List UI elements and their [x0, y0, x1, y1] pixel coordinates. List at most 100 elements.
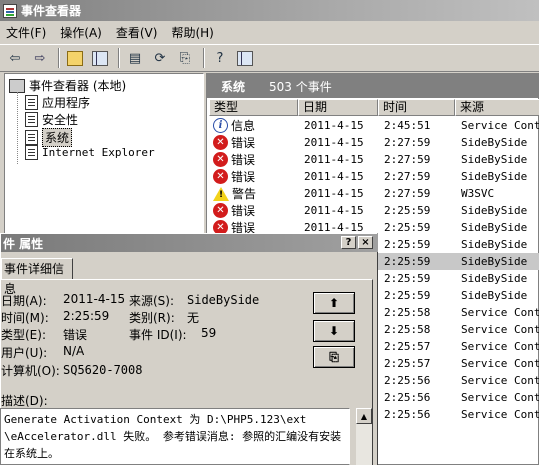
tree-root[interactable]: 事件查看器 (本地) — [9, 77, 126, 94]
menu-bar: 文件(F) 操作(A) 查看(V) 帮助(H) — [0, 22, 539, 42]
menu-help[interactable]: 帮助(H) — [171, 24, 213, 41]
tree-item-internet-explorer[interactable]: Internet Explorer — [25, 145, 155, 160]
warning-mark: ! — [219, 189, 224, 200]
cell-time: 2:25:59 — [384, 221, 431, 234]
back-button[interactable]: ⇦ — [4, 47, 26, 69]
error-icon: ✕ — [213, 169, 228, 184]
dialog-help-button[interactable]: ? — [341, 236, 356, 249]
type-text: 错误 — [231, 153, 256, 167]
event-row[interactable]: ✕ 错误 2011-4-15 2:27:59 SideBySide — [209, 168, 539, 185]
date-label: 日期(A): — [1, 294, 47, 308]
source-value: SideBySide — [187, 293, 260, 307]
toolbar-separator — [118, 48, 120, 68]
event-viewer-screen: 事件查看器 文件(F) 操作(A) 查看(V) 帮助(H) ⇦ ⇨ ▤ ⟳ ⎘ … — [0, 0, 539, 465]
cell-time: 2:25:56 — [384, 408, 431, 421]
cell-source: Service Control — [461, 306, 539, 319]
event-row[interactable]: i信息 2011-4-15 2:45:51 Service Control — [209, 117, 539, 134]
up-level-button[interactable] — [64, 47, 86, 69]
user-value: N/A — [63, 344, 85, 358]
export-list-button[interactable]: ⎘ — [174, 47, 196, 69]
tree-item-label: 安全性 — [42, 113, 79, 127]
previous-event-button[interactable]: ⬆ — [313, 292, 355, 314]
type-text: 错误 — [231, 136, 256, 150]
type-text: 信息 — [231, 119, 256, 133]
log-icon — [25, 145, 38, 160]
copy-button[interactable]: ⎘ — [313, 346, 355, 368]
column-type[interactable]: 类型 — [209, 99, 298, 116]
cell-source: Service Control — [461, 340, 539, 353]
cell-time: 2:25:57 — [384, 357, 431, 370]
refresh-button[interactable]: ⟳ — [149, 47, 171, 69]
computer-icon — [9, 78, 25, 93]
event-id-value: 59 — [201, 326, 217, 340]
copy-icon: ⎘ — [329, 349, 339, 364]
cell-time: 2:25:57 — [384, 340, 431, 353]
cell-date: 2011-4-15 — [304, 187, 364, 200]
event-row[interactable]: ✕ 错误 2011-4-15 2:25:59 SideBySide — [209, 202, 539, 219]
action-pane-icon — [237, 50, 253, 66]
description-scrollbar[interactable]: ▲ — [356, 408, 372, 465]
cell-time: 2:25:59 — [384, 204, 431, 217]
show-hide-action-pane-button[interactable] — [234, 47, 256, 69]
cell-source: Service Control — [461, 119, 539, 132]
type-text: 警告 — [232, 187, 257, 201]
title-bar: 事件查看器 — [0, 0, 539, 21]
menu-file[interactable]: 文件(F) — [6, 24, 46, 41]
toolbar-separator — [58, 48, 60, 68]
source-label: 来源(S): — [129, 294, 175, 308]
next-event-button[interactable]: ⬇ — [313, 320, 355, 342]
column-date[interactable]: 日期 — [298, 99, 378, 116]
column-source[interactable]: 来源 — [455, 99, 539, 116]
column-time[interactable]: 时间 — [378, 99, 455, 116]
cell-time: 2:25:59 — [384, 289, 431, 302]
type-value: 错误 — [63, 328, 88, 342]
type-text: 错误 — [231, 170, 256, 184]
cell-time: 2:25:56 — [384, 391, 431, 404]
cell-type: ✕ 错误 — [209, 202, 298, 219]
time-label: 时间(M): — [1, 311, 49, 325]
dialog-title: 件 属性 — [3, 236, 44, 251]
menu-action[interactable]: 操作(A) — [60, 24, 102, 41]
toolbar-separator — [203, 48, 205, 68]
description-line: \eAccelerator.dll 失败。 参考错误消息: 参照的汇编没有安装 — [4, 430, 342, 443]
event-count: 503 个事件 — [269, 79, 332, 94]
cell-source: Service Control — [461, 408, 539, 421]
scroll-up-icon[interactable]: ▲ — [356, 408, 372, 424]
cell-time: 2:25:59 — [384, 255, 431, 268]
user-label: 用户(U): — [1, 346, 48, 360]
properties-button[interactable]: ▤ — [124, 47, 146, 69]
cell-time: 2:25:58 — [384, 306, 431, 319]
cell-time: 2:45:51 — [384, 119, 431, 132]
forward-button[interactable]: ⇨ — [29, 47, 51, 69]
event-row[interactable]: ✕ 错误 2011-4-15 2:27:59 SideBySide — [209, 134, 539, 151]
computer-value: SQ5620-7008 — [63, 363, 143, 377]
tree-item-label: 应用程序 — [42, 96, 91, 110]
type-label: 类型(E): — [1, 328, 46, 342]
menu-view[interactable]: 查看(V) — [116, 24, 158, 41]
show-tree-button[interactable] — [89, 47, 111, 69]
dialog-close-button[interactable]: × — [358, 236, 373, 249]
cell-time: 2:27:59 — [384, 136, 431, 149]
tree-item-label: Internet Explorer — [42, 146, 155, 159]
event-row[interactable]: ✕ 错误 2011-4-15 2:27:59 SideBySide — [209, 151, 539, 168]
help-button[interactable]: ? — [209, 47, 231, 69]
event-row[interactable]: ! 警告 2011-4-15 2:27:59 W3SVC — [209, 185, 539, 202]
description-textbox[interactable]: Generate Activation Context 为 D:\PHP5.12… — [0, 408, 350, 465]
console-tree-icon — [92, 50, 108, 66]
arrow-up-icon: ⬆ — [328, 296, 340, 310]
toolbar: ⇦ ⇨ ▤ ⟳ ⎘ ? — [0, 44, 539, 72]
event-id-label: 事件 ID(I): — [129, 328, 187, 342]
description-line: Generate Activation Context 为 D:\PHP5.12… — [4, 413, 307, 426]
info-icon: i — [213, 118, 228, 133]
cell-source: SideBySide — [461, 238, 528, 251]
cell-date: 2011-4-15 — [304, 119, 364, 132]
error-icon: ✕ — [213, 152, 228, 167]
window-title: 事件查看器 — [21, 4, 82, 18]
tree-item-security[interactable]: 安全性 — [25, 111, 78, 128]
cell-source: SideBySide — [461, 255, 528, 268]
cell-type: ! 警告 — [209, 185, 298, 202]
cell-time: 2:27:59 — [384, 187, 431, 200]
tree-item-application[interactable]: 应用程序 — [25, 94, 90, 111]
list-header: 系统 503 个事件 — [207, 74, 539, 98]
tab-event-details[interactable]: 事件详细信息 — [1, 258, 73, 296]
